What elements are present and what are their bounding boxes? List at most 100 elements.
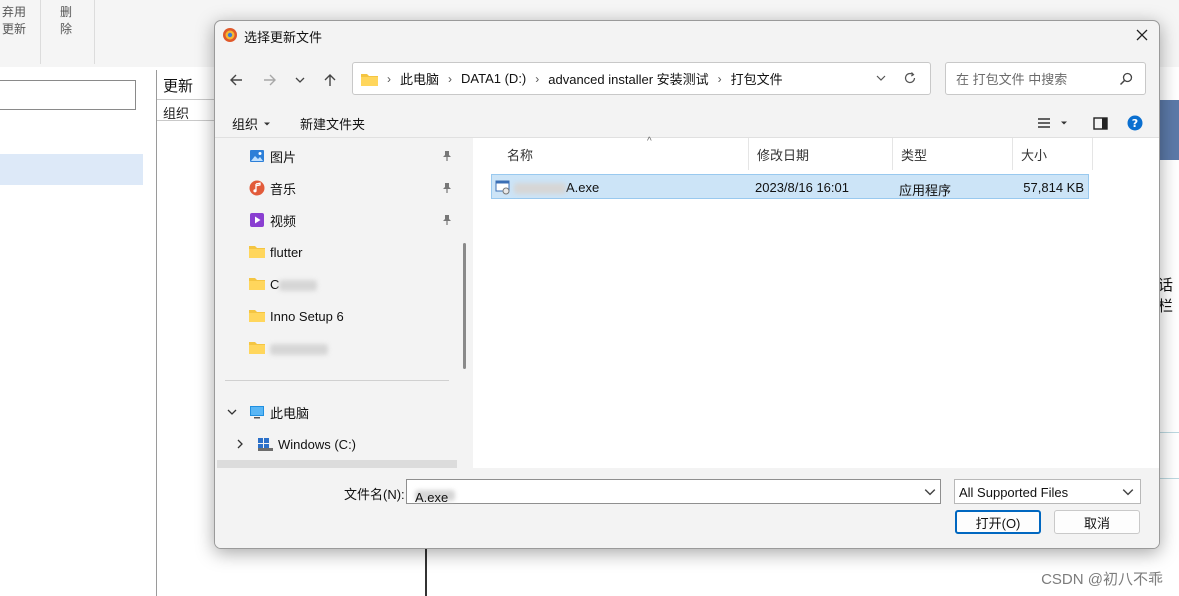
close-icon [1136, 29, 1148, 41]
nav-item-pictures[interactable]: 图片 [217, 140, 457, 172]
redacted-text [270, 343, 328, 355]
column-header-size[interactable]: 大小 [1013, 138, 1093, 170]
organize-button[interactable]: 组织 [232, 114, 272, 133]
nav-item-label: C [270, 277, 318, 292]
nav-item-this-pc[interactable]: 此电脑 [217, 396, 457, 428]
breadcrumb-drive[interactable]: DATA1 (D:) [461, 71, 526, 86]
video-icon [250, 213, 264, 227]
forward-button[interactable] [259, 69, 281, 91]
executable-icon [495, 180, 510, 195]
chevron-right-icon: › [535, 71, 540, 86]
dialog-titlebar[interactable]: 选择更新文件 [215, 21, 1159, 49]
nav-item-label: 此电脑 [270, 405, 310, 421]
list-view-icon [1038, 118, 1050, 128]
open-button[interactable]: 打开(O) [955, 510, 1041, 534]
file-modified: 2023/8/16 16:01 [755, 180, 849, 195]
file-type: 应用程序 [899, 183, 952, 198]
dialog-footer: 文件名(N): A.exe All Supported Files 打开(O) … [215, 468, 1159, 548]
nav-scrollbar[interactable] [463, 243, 466, 369]
address-history-button[interactable] [874, 71, 888, 85]
background-header-block [1158, 100, 1179, 160]
search-icon[interactable] [1119, 72, 1133, 86]
arrow-right-icon [264, 74, 276, 86]
toolbar-separator [40, 0, 41, 64]
file-size: 57,814 KB [1023, 180, 1084, 195]
drive-icon [258, 438, 273, 451]
file-type-filter[interactable]: All Supported Files [954, 479, 1141, 504]
preview-pane-icon [1092, 116, 1108, 130]
nav-item-label: Windows (C:) [278, 436, 357, 452]
nav-item-inno-setup[interactable]: Inno Setup 6 [217, 300, 457, 332]
file-open-dialog: 选择更新文件 › 此电脑 › DATA1 (D:) › advanced ins… [214, 20, 1160, 549]
search-box[interactable] [945, 62, 1146, 95]
nav-item-redacted-folder[interactable] [217, 332, 457, 364]
view-options-button[interactable] [1033, 113, 1073, 133]
address-bar[interactable]: › 此电脑 › DATA1 (D:) › advanced installer … [352, 62, 931, 95]
pin-icon[interactable] [441, 214, 453, 226]
chevron-down-icon[interactable] [924, 486, 936, 498]
background-selected-row[interactable] [0, 154, 143, 185]
nav-item-label: 视频 [270, 213, 297, 229]
chevron-right-icon: › [448, 71, 453, 86]
recent-locations-button[interactable] [289, 69, 311, 91]
chevron-right-icon: › [387, 71, 391, 86]
nav-item-label: 音乐 [270, 181, 297, 197]
organize-label: 组织 [232, 117, 259, 132]
preview-pane-button[interactable] [1090, 113, 1110, 133]
back-button[interactable] [225, 69, 247, 91]
search-input[interactable] [954, 69, 1118, 89]
nav-item-flutter[interactable]: flutter [217, 236, 457, 268]
folder-icon [361, 73, 378, 86]
help-button[interactable]: ? [1125, 113, 1145, 133]
folder-icon [249, 342, 265, 354]
delete-button[interactable]: 删 除 [60, 4, 72, 38]
nav-item-label: 图片 [270, 149, 297, 165]
nav-divider [225, 380, 449, 381]
panel-title: 更新 [163, 78, 194, 95]
arrow-left-icon [230, 74, 242, 86]
pictures-icon [250, 150, 264, 162]
background-input[interactable] [0, 80, 136, 110]
column-header-type[interactable]: 类型 [893, 138, 1013, 170]
caret-down-icon [1061, 121, 1067, 125]
nav-horizontal-scrollbar[interactable] [217, 460, 457, 468]
filename-input[interactable]: A.exe [406, 479, 941, 505]
file-name: A.exe [514, 180, 599, 195]
column-header-name[interactable]: 名称 ^ [499, 136, 749, 170]
breadcrumb-current[interactable]: 打包文件 [731, 69, 783, 88]
column-header-modified[interactable]: 修改日期 [749, 138, 893, 170]
command-bar: 组织 新建文件夹 ? [215, 107, 1159, 138]
music-icon [249, 180, 265, 196]
file-row[interactable]: A.exe 2023/8/16 16:01 应用程序 57,814 KB [491, 174, 1089, 199]
dialog-title: 选择更新文件 [244, 30, 323, 45]
nav-item-windows-c[interactable]: Windows (C:) [217, 428, 457, 460]
nav-item-label: Inno Setup 6 [270, 308, 344, 324]
toolbar-separator [94, 0, 95, 64]
app-icon [223, 28, 237, 42]
close-button[interactable] [1133, 26, 1151, 44]
cancel-button[interactable]: 取消 [1054, 510, 1140, 534]
discard-update-button[interactable]: 弃用 更新 [2, 4, 26, 38]
chevron-down-icon [295, 77, 305, 83]
pin-icon[interactable] [441, 182, 453, 194]
sort-ascending-icon: ^ [647, 136, 652, 147]
refresh-button[interactable] [902, 70, 918, 86]
breadcrumb-this-pc[interactable]: 此电脑 [400, 69, 439, 88]
nav-item-blurred-folder[interactable]: C [217, 268, 457, 300]
refresh-icon [904, 72, 916, 84]
panel-subtitle: 组织 [163, 106, 190, 121]
nav-item-video[interactable]: 视频 [217, 204, 457, 236]
new-folder-button[interactable]: 新建文件夹 [300, 114, 365, 133]
up-button[interactable] [319, 69, 341, 91]
navigation-bar: › 此电脑 › DATA1 (D:) › advanced installer … [215, 49, 1159, 107]
redacted-text [279, 279, 318, 291]
chevron-right-icon[interactable] [235, 439, 245, 449]
background-line [1158, 478, 1179, 479]
chevron-down-icon[interactable] [227, 407, 237, 417]
redacted-text [514, 183, 566, 195]
file-list: 名称 ^ 修改日期 类型 大小 A.exe 2023/8/16 16:01 应用… [473, 136, 1159, 468]
watermark: CSDN @初八不乖 [1041, 571, 1163, 588]
breadcrumb-folder[interactable]: advanced installer 安装测试 [548, 69, 708, 88]
pin-icon[interactable] [441, 150, 453, 162]
nav-item-music[interactable]: 音乐 [217, 172, 457, 204]
